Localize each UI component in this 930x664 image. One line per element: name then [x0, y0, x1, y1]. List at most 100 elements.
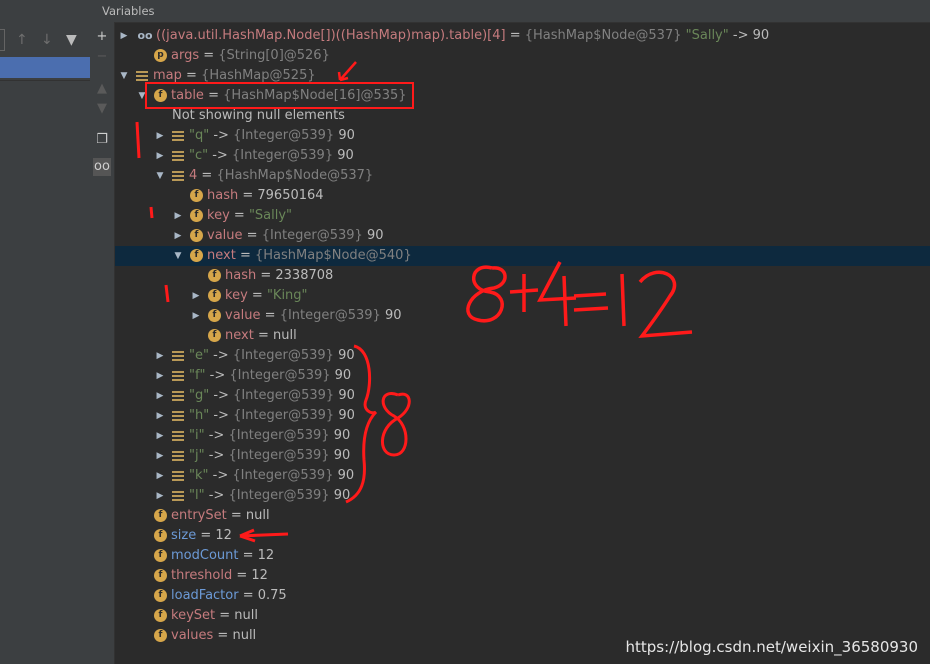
tree-row[interactable]: ▼ 4 = {HashMap$Node@537}: [115, 166, 930, 186]
tree-row[interactable]: ▶ oo ((java.util.HashMap.Node[])((HashMap)…: [115, 26, 930, 46]
variable-name: value: [207, 228, 243, 243]
variable-value: 90: [380, 308, 402, 323]
move-down-button[interactable]: ▼: [93, 100, 111, 118]
variable-name: "g": [189, 388, 210, 403]
filter-field[interactable]: [0, 29, 5, 51]
row-text: loadFactor = 0.75: [171, 586, 287, 606]
tree-row[interactable]: ▶ "j" -> {Integer@539} 90: [115, 446, 930, 466]
expand-arrow-icon[interactable]: ▶: [155, 486, 165, 506]
tree-row[interactable]: ▶ f value = {Integer@539} 90: [115, 226, 930, 246]
separator: =: [247, 288, 267, 303]
tree-row[interactable]: f hash = 79650164: [115, 186, 930, 206]
expand-arrow-icon[interactable]: ▶: [155, 366, 165, 386]
tree-row[interactable]: ▶ "f" -> {Integer@539} 90: [115, 366, 930, 386]
separator: ->: [208, 148, 232, 163]
object-type: {Integer@539}: [279, 308, 381, 323]
expand-arrow-icon[interactable]: ▶: [191, 286, 201, 306]
move-up-button[interactable]: ▲: [93, 80, 111, 98]
tree-row[interactable]: p args = {String[0]@526}: [115, 46, 930, 66]
separator: =: [260, 308, 280, 323]
separator: ->: [204, 428, 229, 443]
collapse-arrow-icon[interactable]: ▼: [173, 246, 183, 266]
tree-row[interactable]: ▶ f key = "King": [115, 286, 930, 306]
expand-arrow-icon[interactable]: ▶: [173, 226, 183, 246]
entry-icon: [172, 469, 184, 482]
variable-value: 12: [251, 568, 268, 583]
tree-row[interactable]: ▶ "q" -> {Integer@539} 90: [115, 126, 930, 146]
field-icon: f: [190, 189, 203, 202]
variable-name: "q": [189, 128, 210, 143]
collapse-arrow-icon[interactable]: ▼: [155, 166, 165, 186]
panel-title: Variables: [102, 4, 155, 18]
tree-row[interactable]: f entrySet = null: [115, 506, 930, 526]
field-icon: f: [154, 609, 167, 622]
separator: =: [196, 528, 216, 543]
object-type: {String[0]@526}: [218, 48, 330, 63]
variable-name: value: [225, 308, 261, 323]
expand-arrow-icon[interactable]: ▶: [173, 206, 183, 226]
variable-name: keySet: [171, 608, 216, 623]
tree-row[interactable]: f keySet = null: [115, 606, 930, 626]
separator: =: [256, 268, 276, 283]
expand-arrow-icon[interactable]: ▶: [155, 466, 165, 486]
tree-row[interactable]: Not showing null elements: [115, 106, 930, 126]
variable-value: 90: [334, 408, 355, 423]
parameter-icon: p: [154, 49, 167, 62]
tree-row[interactable]: ▶ "i" -> {Integer@539} 90: [115, 426, 930, 446]
tree-row[interactable]: ▶ "l" -> {Integer@539} 90: [115, 486, 930, 506]
variable-name: loadFactor: [171, 588, 239, 603]
separator: =: [229, 208, 249, 223]
field-icon: f: [208, 289, 221, 302]
expand-arrow-icon[interactable]: ▶: [155, 126, 165, 146]
entry-icon: [136, 69, 148, 82]
expand-arrow-icon[interactable]: ▶: [155, 346, 165, 366]
expand-arrow-icon[interactable]: ▶: [155, 446, 165, 466]
tree-row[interactable]: f hash = 2338708: [115, 266, 930, 286]
variable-name: "e": [189, 348, 209, 363]
entry-icon: [172, 349, 184, 362]
entry-icon: [172, 149, 184, 162]
separator: =: [203, 88, 224, 103]
variable-name: modCount: [171, 548, 239, 563]
add-watch-button[interactable]: +: [93, 28, 111, 46]
tree-row[interactable]: ▶ "e" -> {Integer@539} 90: [115, 346, 930, 366]
separator: ->: [209, 408, 234, 423]
separator: ->: [209, 388, 234, 403]
expand-arrow-icon[interactable]: ▶: [155, 426, 165, 446]
show-watches-button[interactable]: oo: [93, 158, 111, 176]
field-icon: f: [154, 89, 167, 102]
tree-row[interactable]: ▼ f next = {HashMap$Node@540}: [115, 246, 930, 266]
remove-watch-button[interactable]: −: [93, 48, 111, 66]
tree-row[interactable]: f next = null: [115, 326, 930, 346]
tree-row[interactable]: ▼ f table = {HashMap$Node[16]@535}: [115, 86, 930, 106]
expand-arrow-icon[interactable]: ▶: [155, 386, 165, 406]
expand-arrow-icon[interactable]: ▶: [155, 146, 165, 166]
copy-button[interactable]: ❐: [93, 131, 111, 149]
tree-row[interactable]: ▶ f key = "Sally": [115, 206, 930, 226]
variable-value: 90: [329, 428, 351, 443]
expand-arrow-icon[interactable]: ▶: [191, 306, 201, 326]
object-type: {HashMap$Node@537}: [216, 168, 374, 183]
tree-row[interactable]: ▶ f value = {Integer@539} 90: [115, 306, 930, 326]
tree-row[interactable]: f threshold = 12: [115, 566, 930, 586]
collapse-arrow-icon[interactable]: ▼: [137, 86, 147, 106]
down-arrow-icon[interactable]: ↓: [41, 32, 53, 48]
tree-row[interactable]: ▶ "k" -> {Integer@539} 90: [115, 466, 930, 486]
filter-icon[interactable]: ▼: [66, 32, 77, 48]
tree-row[interactable]: ▶ "c" -> {Integer@539} 90: [115, 146, 930, 166]
tree-row[interactable]: f loadFactor = 0.75: [115, 586, 930, 606]
tree-row[interactable]: ▶ "g" -> {Integer@539} 90: [115, 386, 930, 406]
up-arrow-icon[interactable]: ↑: [16, 32, 28, 48]
selected-frame[interactable]: [0, 57, 90, 78]
object-type: {Integer@539}: [233, 408, 335, 423]
variable-value: 90: [329, 488, 351, 503]
collapse-arrow-icon[interactable]: ▼: [119, 66, 129, 86]
tree-row[interactable]: f size = 12: [115, 526, 930, 546]
tree-row[interactable]: ▶ "h" -> {Integer@539} 90: [115, 406, 930, 426]
expand-arrow-icon[interactable]: ▶: [155, 406, 165, 426]
variable-name: "j": [189, 448, 205, 463]
expand-arrow-icon[interactable]: ▶: [119, 26, 129, 46]
tree-row[interactable]: ▼ map = {HashMap@525}: [115, 66, 930, 86]
entry-icon: [172, 389, 184, 402]
tree-row[interactable]: f modCount = 12: [115, 546, 930, 566]
